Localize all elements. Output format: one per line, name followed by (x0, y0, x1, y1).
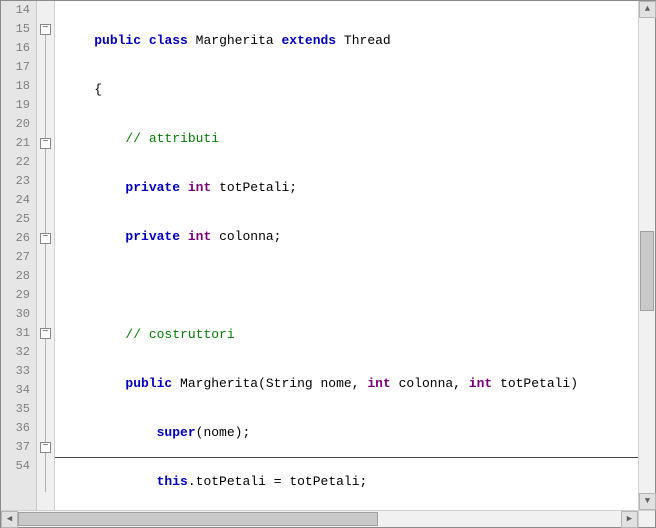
line-number-gutter: 14 15 16 17 18 19 20 21 22 23 24 25 26 2… (1, 1, 37, 510)
line-number: 23 (1, 172, 36, 191)
code-editor-frame: 14 15 16 17 18 19 20 21 22 23 24 25 26 2… (0, 0, 656, 528)
code-line[interactable]: public Margherita(String nome, int colon… (55, 374, 638, 393)
fold-toggle[interactable]: − (40, 138, 51, 149)
line-number: 37 (1, 438, 36, 457)
line-number: 14 (1, 1, 36, 20)
scroll-up-button[interactable]: ▲ (639, 1, 656, 18)
code-line[interactable]: { (55, 80, 638, 99)
scrollbar-corner (638, 510, 655, 527)
line-number: 54 (1, 457, 36, 476)
code-line[interactable]: this.totPetali = totPetali; (55, 472, 638, 491)
vertical-scrollbar[interactable]: ▲ ▼ (638, 1, 655, 510)
line-number: 21 (1, 134, 36, 153)
line-number: 31 (1, 324, 36, 343)
code-line[interactable]: private int totPetali; (55, 178, 638, 197)
code-editor-viewport[interactable]: 14 15 16 17 18 19 20 21 22 23 24 25 26 2… (1, 1, 638, 510)
scroll-right-button[interactable]: ▶ (621, 511, 638, 528)
line-number: 29 (1, 286, 36, 305)
code-line[interactable]: // costruttori (55, 325, 638, 344)
fold-guide-line (45, 34, 46, 492)
line-number: 28 (1, 267, 36, 286)
line-number: 32 (1, 343, 36, 362)
fold-column: − − − − − (37, 1, 55, 510)
line-number: 34 (1, 381, 36, 400)
scroll-down-button[interactable]: ▼ (639, 493, 656, 510)
line-number: 19 (1, 96, 36, 115)
fold-toggle[interactable]: − (40, 328, 51, 339)
code-line[interactable]: public class Margherita extends Thread (55, 31, 638, 50)
code-line[interactable]: // attributi (55, 129, 638, 148)
fold-toggle[interactable]: − (40, 24, 51, 35)
fold-toggle[interactable]: − (40, 233, 51, 244)
horizontal-scroll-thumb[interactable] (18, 512, 378, 526)
fold-toggle[interactable]: − (40, 442, 51, 453)
code-line[interactable]: super(nome); (55, 423, 638, 442)
line-number: 15 (1, 20, 36, 39)
line-number: 27 (1, 248, 36, 267)
collapsed-region-separator (55, 457, 638, 458)
line-number: 20 (1, 115, 36, 134)
line-number: 30 (1, 305, 36, 324)
vertical-scroll-thumb[interactable] (640, 231, 654, 311)
code-line[interactable] (55, 276, 638, 295)
line-number: 33 (1, 362, 36, 381)
line-number: 16 (1, 39, 36, 58)
line-number: 35 (1, 400, 36, 419)
code-area[interactable]: public class Margherita extends Thread {… (55, 1, 638, 510)
line-number: 22 (1, 153, 36, 172)
line-number: 24 (1, 191, 36, 210)
line-number: 25 (1, 210, 36, 229)
line-number: 17 (1, 58, 36, 77)
line-number: 18 (1, 77, 36, 96)
scroll-left-button[interactable]: ◀ (1, 511, 18, 528)
code-line[interactable]: private int colonna; (55, 227, 638, 246)
horizontal-scrollbar[interactable]: ◀ ▶ (1, 510, 638, 527)
line-number: 36 (1, 419, 36, 438)
line-number: 26 (1, 229, 36, 248)
